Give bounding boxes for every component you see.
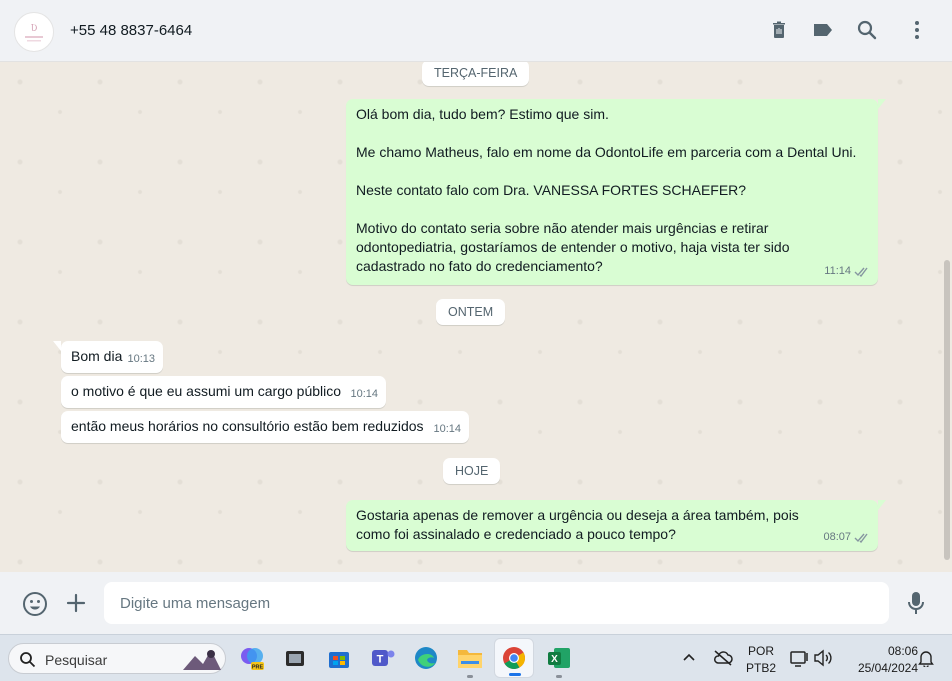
message-list[interactable]: TERÇA-FEIRA Olá bom dia, tudo bem? Estim… xyxy=(0,62,952,572)
message-time: 10:14 xyxy=(433,423,461,435)
message-text: o motivo é que eu assumi um cargo públic… xyxy=(71,383,342,399)
search-label: Pesquisar xyxy=(45,652,108,668)
incoming-message[interactable]: Bom dia 10:13 xyxy=(53,341,163,373)
message-meta: 08:07 xyxy=(823,528,870,547)
outgoing-message[interactable]: Gostaria apenas de remover a urgência ou… xyxy=(346,500,886,551)
excel-icon[interactable]: X xyxy=(545,644,573,678)
message-text: Motivo do contato seria sobre não atende… xyxy=(356,220,790,274)
svg-text:PRE: PRE xyxy=(252,665,264,671)
taskbar-clock[interactable]: 08:06 25/04/2024 xyxy=(840,644,918,675)
network-icon[interactable] xyxy=(789,649,809,672)
plus-icon[interactable] xyxy=(65,592,87,614)
read-receipt-icon xyxy=(854,533,868,543)
message-text: então meus horários no consultório estão… xyxy=(71,418,424,434)
clock-date: 25/04/2024 xyxy=(857,661,918,675)
emoji-icon[interactable] xyxy=(22,591,48,617)
os-taskbar: Pesquisar PRE T X POR PTB2 08:06 25/04/2… xyxy=(0,634,952,681)
input-language[interactable]: POR PTB2 xyxy=(744,644,778,675)
search-highlight-icon xyxy=(183,650,221,670)
chat-header: Ʋ +55 48 8837-6464 xyxy=(0,0,952,62)
message-time: 11:14 xyxy=(824,265,851,277)
contact-avatar[interactable]: Ʋ xyxy=(14,12,54,52)
bubble-tail xyxy=(878,500,886,510)
contact-name[interactable]: +55 48 8837-6464 xyxy=(70,22,192,39)
edge-icon[interactable] xyxy=(412,644,440,672)
delete-icon[interactable] xyxy=(767,18,791,42)
file-explorer-icon[interactable] xyxy=(456,644,484,678)
cloud-offline-icon[interactable] xyxy=(713,649,733,672)
menu-icon[interactable] xyxy=(905,18,929,42)
date-separator: HOJE xyxy=(443,458,501,484)
incoming-message[interactable]: o motivo é que eu assumi um cargo públic… xyxy=(61,376,386,408)
taskbar-search[interactable]: Pesquisar xyxy=(8,643,226,674)
svg-text:Ʋ: Ʋ xyxy=(31,24,38,34)
keyboard-layout: PTB2 xyxy=(745,661,776,675)
message-time: 08:07 xyxy=(823,531,851,543)
date-separator: ONTEM xyxy=(436,299,506,325)
notification-bell-icon[interactable] xyxy=(918,649,934,672)
outgoing-message[interactable]: Olá bom dia, tudo bem? Estimo que sim. M… xyxy=(346,99,886,285)
chrome-icon[interactable] xyxy=(494,638,534,678)
microphone-icon[interactable] xyxy=(905,590,927,616)
message-time: 10:14 xyxy=(350,388,378,400)
message-text: Bom dia xyxy=(71,348,123,364)
label-icon[interactable] xyxy=(811,18,835,42)
message-text: Neste contato falo com Dra. VANESSA FORT… xyxy=(356,182,747,198)
bubble-tail xyxy=(53,341,61,351)
read-receipt-icon xyxy=(854,267,868,277)
clinic-logo-icon: Ʋ xyxy=(25,24,43,42)
message-text: Me chamo Matheus, falo em nome da Odonto… xyxy=(356,144,857,160)
message-text: Olá bom dia, tudo bem? Estimo que sim. xyxy=(356,106,609,122)
chevron-up-icon[interactable] xyxy=(682,650,696,669)
svg-text:X: X xyxy=(551,654,558,665)
language-code: POR xyxy=(747,644,774,658)
volume-icon[interactable] xyxy=(813,649,833,672)
teams-icon[interactable]: T xyxy=(369,644,397,672)
composer xyxy=(0,572,952,634)
store-icon[interactable] xyxy=(325,644,353,672)
copilot-icon[interactable]: PRE xyxy=(238,644,266,672)
date-separator: TERÇA-FEIRA xyxy=(422,62,530,86)
incoming-message[interactable]: então meus horários no consultório estão… xyxy=(61,411,469,443)
bubble-tail xyxy=(878,99,886,109)
search-icon xyxy=(20,652,36,668)
svg-text:T: T xyxy=(377,654,384,666)
message-input[interactable] xyxy=(104,582,889,624)
clock-time: 08:06 xyxy=(887,644,918,658)
message-meta: 11:14 xyxy=(824,262,870,281)
task-view-icon[interactable] xyxy=(281,644,309,672)
search-icon[interactable] xyxy=(855,18,879,42)
scrollbar[interactable] xyxy=(944,260,950,560)
message-text: Gostaria apenas de remover a urgência ou… xyxy=(356,507,799,542)
message-time: 10:13 xyxy=(127,353,155,365)
